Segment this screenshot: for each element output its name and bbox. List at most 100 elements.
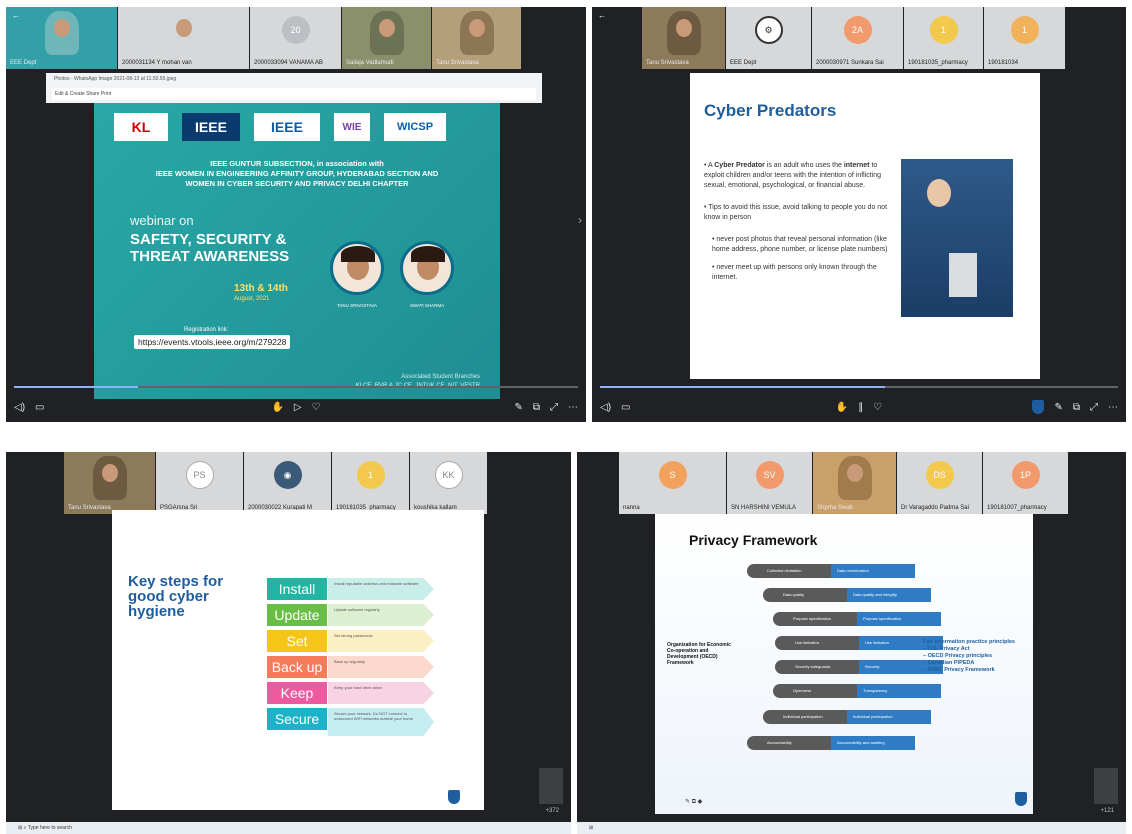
participant-tile[interactable]: ⚙ EEE Dept xyxy=(726,7,812,69)
volume-icon[interactable]: ◁) xyxy=(600,402,611,413)
step-description: Set strong passwords xyxy=(328,630,434,652)
video-progress-bar[interactable] xyxy=(14,386,578,388)
participant-tile[interactable]: ◉ 2000030022 Kurapati M xyxy=(244,452,332,514)
expand-icon[interactable]: ⤢ xyxy=(1090,402,1098,413)
shield-icon xyxy=(1032,400,1045,414)
step-label: Keep xyxy=(267,682,327,704)
oecd-principle: Accountability xyxy=(747,736,831,750)
slide-title: Cyber Predators xyxy=(704,101,837,120)
list-item: • never meet up with persons only known … xyxy=(712,264,877,281)
participant-name: Tanu Srivastava xyxy=(436,60,479,66)
video-progress-bar[interactable] xyxy=(600,386,1118,388)
framework-row: Security safeguards Security xyxy=(775,660,943,674)
windows-taskbar: ⊞ ⌕ Type here to search xyxy=(6,822,571,834)
meeting-panel-cyber-predators: Tanu Srivastava ⚙ EEE Dept 2A 2000030971… xyxy=(592,7,1126,422)
step-description: Secure your network. Do NOT connect to u… xyxy=(328,708,434,736)
window-icon[interactable]: ⧉ xyxy=(1073,402,1080,413)
raise-hand-icon[interactable]: ✋ xyxy=(836,402,848,413)
participant-tile[interactable]: Shprha Swati xyxy=(813,452,897,514)
participant-tile[interactable]: 2A 2000030971 Sunkara Sai xyxy=(812,7,904,69)
bold-term: Cyber Predator xyxy=(714,162,765,169)
play-icon[interactable]: ▷ xyxy=(294,402,302,413)
participant-initials: S xyxy=(658,461,687,489)
participant-tile[interactable]: 2000031134 Y mohan van xyxy=(118,7,250,69)
participant-tile[interactable]: 1P 190181007_pharmacy xyxy=(983,452,1069,514)
search-icon[interactable]: ⌕ xyxy=(24,825,27,831)
framework-row: Collection limitation Data minimization xyxy=(747,564,915,578)
windows-start-icon[interactable]: ⊞ xyxy=(18,825,22,831)
participant-tile[interactable]: 20 2000033094 VANAMA AB xyxy=(250,7,342,69)
participant-tile[interactable]: SV SN HARSHINI VEMULA xyxy=(727,452,813,514)
participant-tile[interactable]: 1 190181034 xyxy=(984,7,1066,69)
back-arrow-icon[interactable]: ← xyxy=(12,11,20,20)
participant-name: Tanu Srivastava xyxy=(646,60,689,66)
participant-initials: 1 xyxy=(1010,16,1039,44)
speaker-photo-1 xyxy=(330,241,384,295)
participant-tile[interactable]: DS Dr Varagaddo Padma Sai xyxy=(897,452,983,514)
next-arrow-icon[interactable]: › xyxy=(578,213,582,227)
back-arrow-icon[interactable]: ← xyxy=(598,11,606,20)
more-icon[interactable]: ⋯ xyxy=(568,402,578,413)
oecd-principle: Purpose specification xyxy=(773,612,857,626)
step-label: Secure xyxy=(267,708,327,730)
framework-row: Accountability Accountability and auditin… xyxy=(747,736,915,750)
registration-url[interactable]: https://events.vtools.ieee.org/m/279228 xyxy=(134,335,291,349)
participant-tile[interactable]: 1 190181035_pharmacy xyxy=(332,452,410,514)
expand-icon[interactable]: ⤢ xyxy=(550,402,558,413)
reaction-icon[interactable]: ♡ xyxy=(873,402,882,413)
slide-cyber-hygiene: Key steps for good cyber hygiene Install… xyxy=(112,510,484,810)
participant-video xyxy=(44,11,79,55)
participant-tile[interactable]: KK koushika kallam xyxy=(410,452,488,514)
pen-icon[interactable]: ✎ xyxy=(514,402,522,413)
participant-name: 190181007_pharmacy xyxy=(987,505,1047,511)
participant-tile[interactable]: 1 190181035_pharmacy xyxy=(904,7,984,69)
webinar-dates: 13th & 14th xyxy=(234,283,288,294)
paragraph-definition: • A Cyber Predator is an adult who uses … xyxy=(704,162,882,189)
fip-principle: Data minimization xyxy=(831,564,915,578)
annotation-tools-icon[interactable]: ✎ ⧉ ◆ xyxy=(685,798,702,806)
side-panel-toggle[interactable] xyxy=(539,768,563,804)
speaker-name-2: SWATI SHARMA xyxy=(409,303,445,308)
webinar-on-label: webinar on xyxy=(130,213,194,228)
participant-tile[interactable]: Tanu Srivastava xyxy=(432,7,522,69)
taskbar-search-text[interactable]: Type here to search xyxy=(28,825,72,831)
participant-tile[interactable]: Tanu Srivastava xyxy=(64,452,156,514)
participant-tile[interactable]: EEE Dept xyxy=(6,7,118,69)
participant-strip: S nanna SV SN HARSHINI VEMULA Shprha Swa… xyxy=(619,452,1126,514)
more-icon[interactable]: ⋯ xyxy=(1108,402,1118,413)
participant-initials: 20 xyxy=(281,16,310,44)
participant-tile[interactable]: Tanu Srivastava xyxy=(642,7,726,69)
step-update: Update Update software regularly xyxy=(267,604,434,626)
poster-line-2: IEEE WOMEN IN ENGINEERING AFFINITY GROUP… xyxy=(155,169,439,178)
logo-row: KL IEEE IEEE WIE WICSP xyxy=(114,113,446,141)
poster-line-1: IEEE GUNTUR SUBSECTION, in association w… xyxy=(210,159,384,168)
screen-icon[interactable]: ▭ xyxy=(621,402,630,413)
kl-logo: KL xyxy=(114,113,168,141)
raise-hand-icon[interactable]: ✋ xyxy=(271,402,283,413)
step-set: Set Set strong passwords xyxy=(267,630,434,652)
participant-counter: +121 xyxy=(1100,808,1114,814)
pen-icon[interactable]: ✎ xyxy=(1054,402,1062,413)
volume-icon[interactable]: ◁) xyxy=(14,402,25,413)
viewer-toolbar[interactable]: Edit & Create Share Print xyxy=(52,88,536,100)
participant-name: 2000033094 VANAMA AB xyxy=(254,60,323,66)
oecd-principle: Security safeguards xyxy=(775,660,859,674)
participant-tile[interactable]: PS PSGArsna Sri xyxy=(156,452,244,514)
screen-icon[interactable]: ▭ xyxy=(35,402,44,413)
pause-icon[interactable]: ∥ xyxy=(858,402,863,413)
participant-tile[interactable]: S nanna xyxy=(619,452,727,514)
window-icon[interactable]: ⧉ xyxy=(533,402,540,413)
fip-item: – Canadian PIPEDA xyxy=(923,660,975,666)
slide-privacy-framework: Privacy Framework Collection limitation D… xyxy=(655,514,1033,814)
participant-initials: SV xyxy=(755,461,784,489)
text: never meet up with persons only known th… xyxy=(712,264,877,281)
windows-start-icon[interactable]: ⊞ xyxy=(589,825,593,831)
ieee-logo: IEEE xyxy=(182,113,240,141)
participant-tile[interactable]: Sailaja Vadlamudi xyxy=(342,7,432,69)
side-panel-toggle[interactable] xyxy=(1094,768,1118,804)
framework-row: Individual participation Individual parti… xyxy=(763,710,931,724)
participant-name: EEE Dept xyxy=(730,60,757,66)
step-description: Back up regularly xyxy=(328,656,434,678)
reaction-icon[interactable]: ♡ xyxy=(312,402,321,413)
speaker-photo-2 xyxy=(400,241,454,295)
